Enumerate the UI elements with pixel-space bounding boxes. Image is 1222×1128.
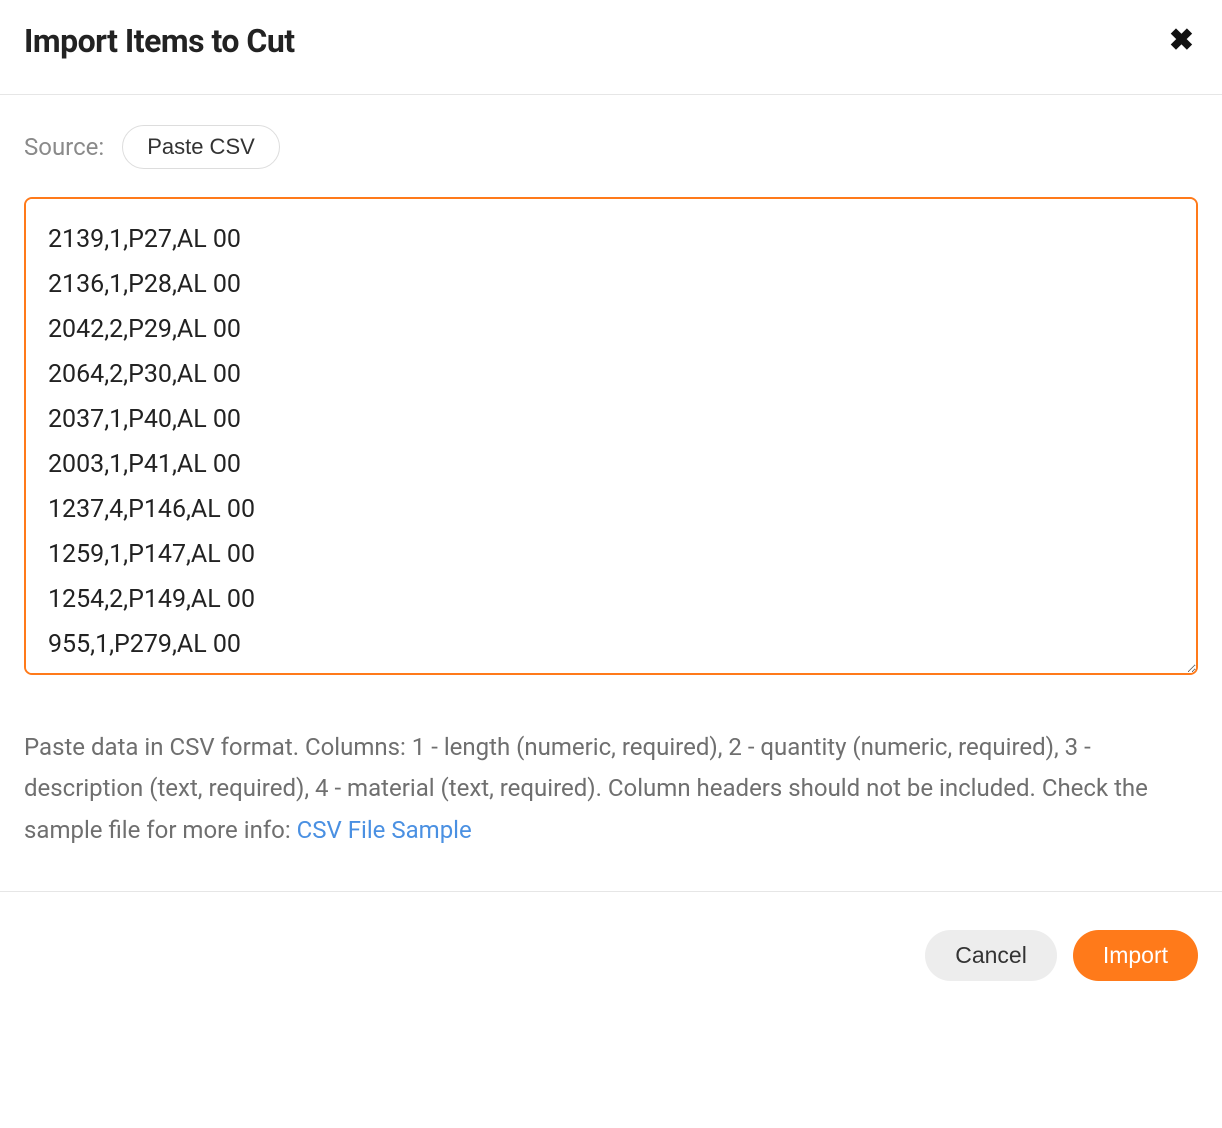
source-label: Source: bbox=[24, 133, 104, 161]
modal-header: Import Items to Cut ✖ bbox=[0, 0, 1222, 95]
modal-body: Source: Paste CSV Paste data in CSV form… bbox=[0, 95, 1222, 891]
import-button[interactable]: Import bbox=[1073, 930, 1198, 981]
modal-footer: Cancel Import bbox=[0, 891, 1222, 1051]
source-row: Source: Paste CSV bbox=[24, 125, 1198, 169]
csv-input[interactable] bbox=[24, 197, 1198, 675]
help-text: Paste data in CSV format. Columns: 1 - l… bbox=[24, 727, 1198, 851]
source-select[interactable]: Paste CSV bbox=[122, 125, 280, 169]
help-text-body: Paste data in CSV format. Columns: 1 - l… bbox=[24, 733, 1148, 844]
cancel-button[interactable]: Cancel bbox=[925, 930, 1057, 981]
close-icon[interactable]: ✖ bbox=[1165, 26, 1198, 56]
modal-title: Import Items to Cut bbox=[24, 22, 295, 60]
csv-sample-link[interactable]: CSV File Sample bbox=[297, 816, 472, 844]
import-items-modal: Import Items to Cut ✖ Source: Paste CSV … bbox=[0, 0, 1222, 1051]
